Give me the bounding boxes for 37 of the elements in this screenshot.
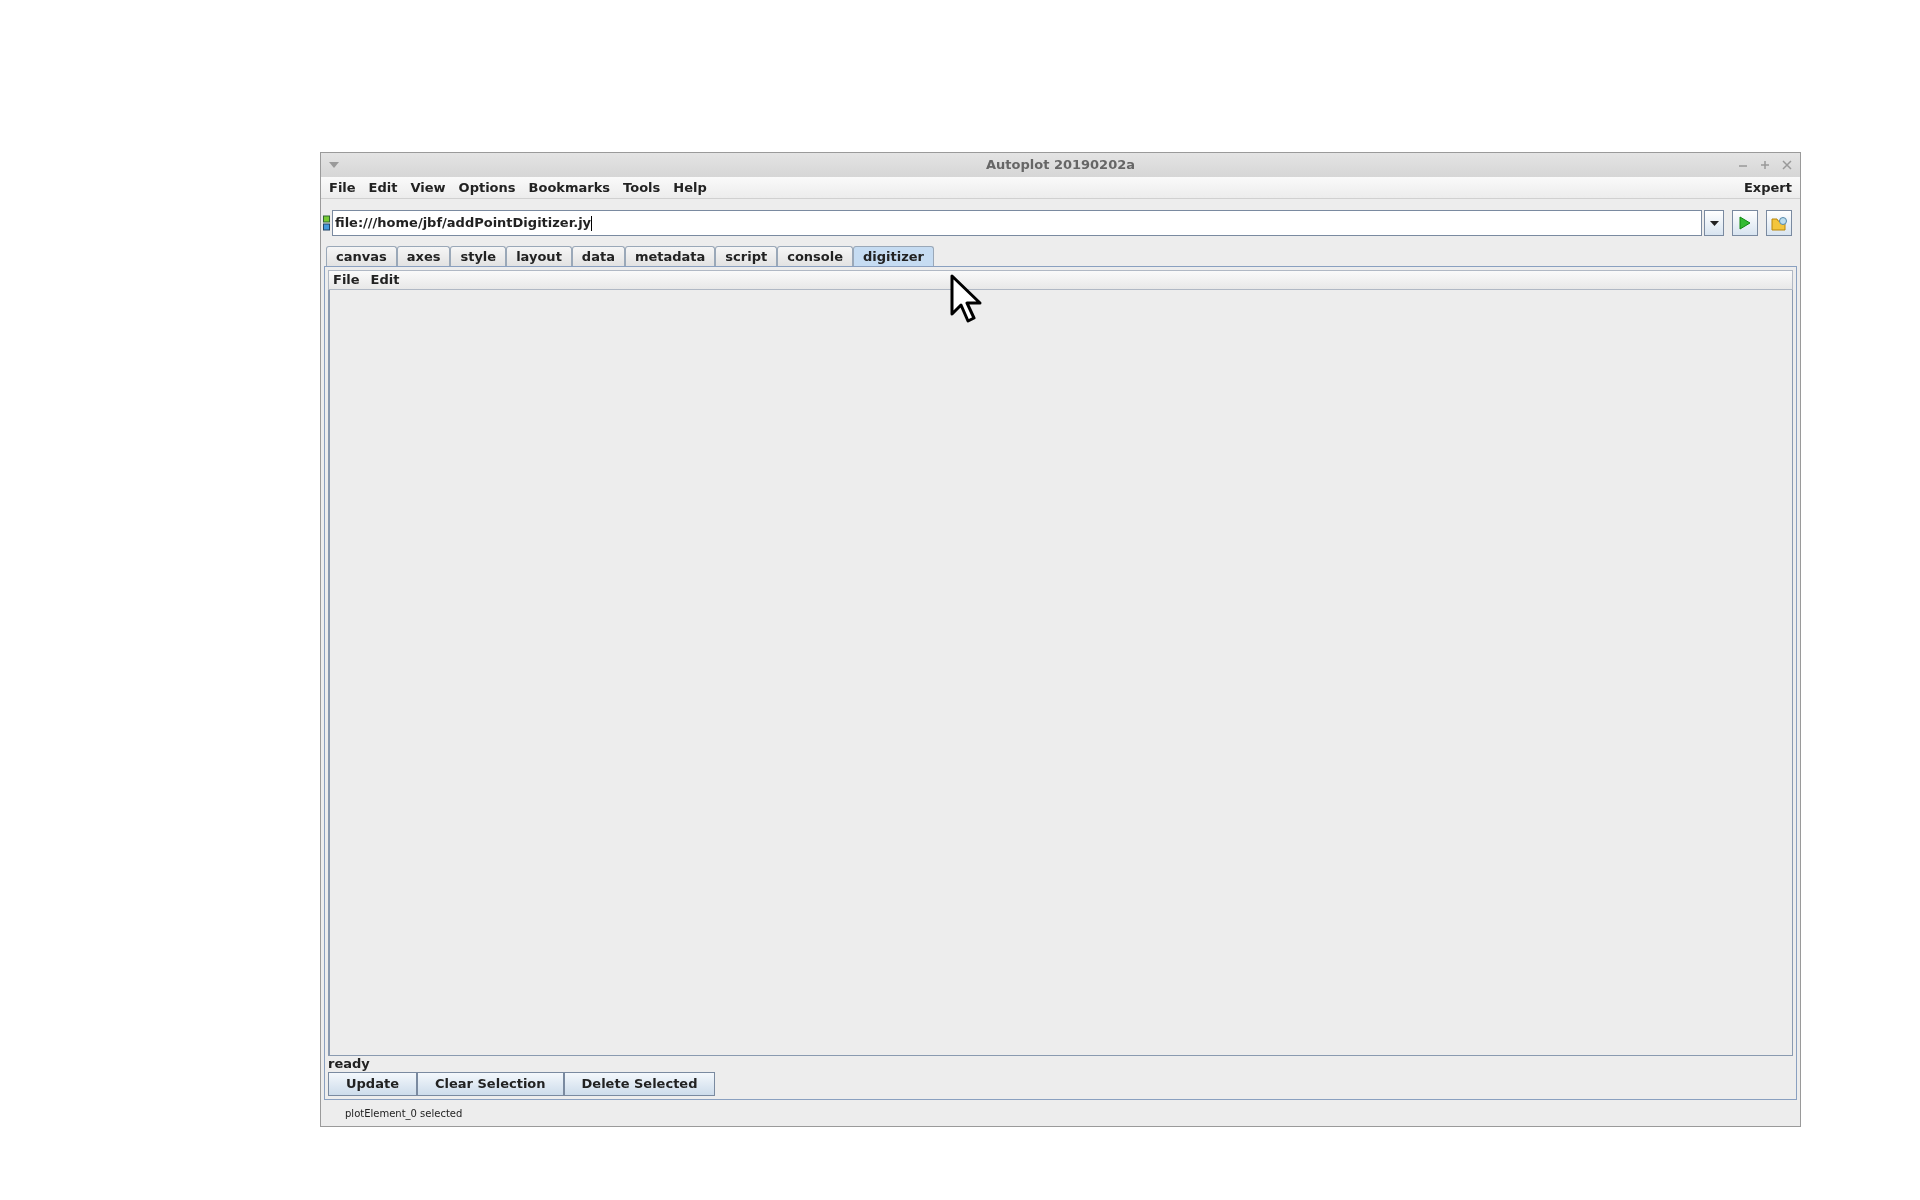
tab[interactable]: console [777,246,854,266]
menu-item[interactable]: File [329,177,356,198]
status-text: ready [328,1056,371,1072]
menu-item[interactable]: Help [673,177,707,198]
play-icon [1739,216,1751,230]
dropdown-button[interactable] [1704,210,1724,236]
caret-icon [1709,220,1719,226]
menu-item[interactable]: Options [458,177,516,198]
action-button[interactable]: Delete Selected [563,1072,716,1096]
action-button[interactable]: Update [328,1072,417,1096]
tab[interactable]: layout [506,246,572,266]
maximize-icon[interactable] [1760,160,1770,170]
close-icon[interactable] [1782,160,1792,170]
menu-item[interactable]: Edit [368,177,398,198]
menu-item[interactable]: File [333,270,360,290]
menu-item[interactable]: Tools [623,177,661,198]
address-field[interactable]: file:///home/jbf/addPointDigitizer.jy [332,210,1702,236]
tab[interactable]: metadata [624,246,716,266]
menu-item[interactable]: Expert [1744,177,1792,198]
menu-item[interactable]: Bookmarks [528,177,611,198]
run-button[interactable] [1732,210,1758,236]
tab[interactable]: digitizer [853,246,935,266]
status-squares-icon [323,215,330,231]
tab[interactable]: data [571,246,625,266]
browse-button[interactable] [1766,210,1792,236]
status-bar-text: plotElement_0 selected [345,1107,464,1121]
menu-item[interactable]: Edit [370,270,400,290]
mouse-pointer-icon [950,274,984,324]
tab[interactable]: style [450,246,507,266]
menu-item[interactable]: View [410,177,446,198]
tab[interactable]: axes [396,246,451,266]
folder-search-icon [1770,215,1788,231]
window-menu-icon[interactable] [329,162,339,168]
tab[interactable]: canvas [326,246,397,266]
action-button[interactable]: Clear Selection [417,1072,564,1096]
window-title: Autoplot 20190202a [986,156,1135,175]
tab[interactable]: script [715,246,778,266]
